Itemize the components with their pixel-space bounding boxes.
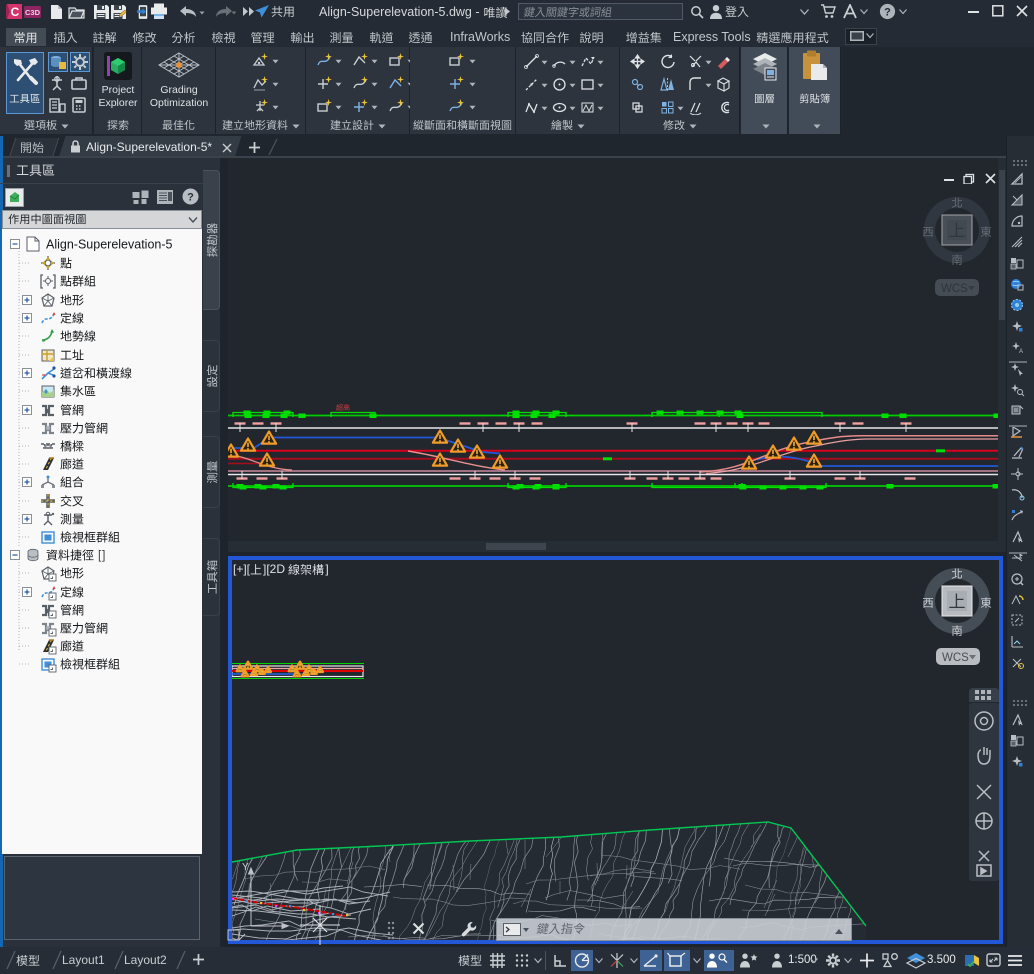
- svg-text:Y: Y: [242, 862, 249, 873]
- svg-text:Align-Superelevation-5: Align-Superelevation-5: [46, 238, 173, 252]
- svg-text:WCS: WCS: [942, 652, 969, 664]
- svg-text:C3D: C3D: [25, 8, 41, 17]
- svg-text:A: A: [1019, 349, 1023, 355]
- svg-text:WCS: WCS: [941, 283, 968, 295]
- svg-text:?: ?: [187, 192, 194, 204]
- svg-text:?: ?: [884, 7, 891, 19]
- svg-text:C: C: [11, 5, 20, 19]
